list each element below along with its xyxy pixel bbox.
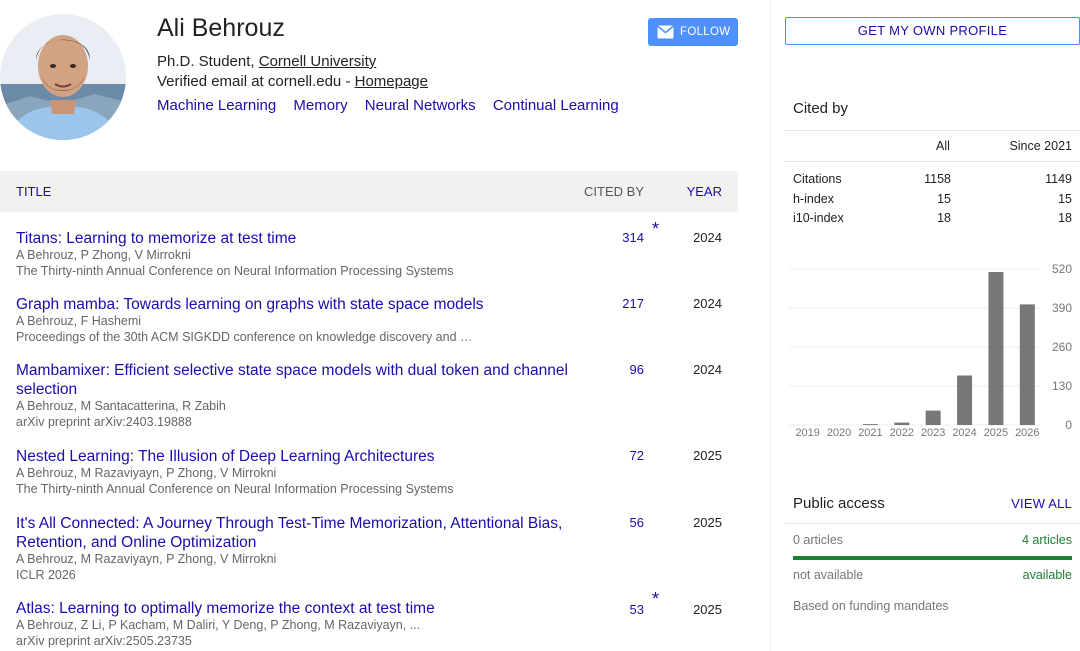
cited-by-count[interactable]: 53 xyxy=(630,602,644,617)
stats-header-all: All xyxy=(936,139,950,153)
article-year: 2025 xyxy=(693,448,722,463)
sort-by-cited[interactable]: CITED BY xyxy=(584,184,644,199)
x-tick-label: 2025 xyxy=(984,427,1008,439)
mail-icon xyxy=(657,25,674,39)
cited-by-count[interactable]: 72 xyxy=(630,448,644,463)
article-authors: A Behrouz, M Razaviyayn, P Zhong, V Mirr… xyxy=(16,552,277,566)
profile-role: Ph.D. Student, xyxy=(157,53,259,70)
bar-2024[interactable] xyxy=(957,375,973,426)
article-title-link[interactable]: Titans: Learning to memorize at test tim… xyxy=(16,229,586,248)
article-authors: A Behrouz, P Zhong, V Mirrokni xyxy=(16,248,191,262)
x-tick-label: 2020 xyxy=(827,427,851,439)
profile-name: Ali Behrouz xyxy=(157,14,285,42)
article-title-link[interactable]: Mambamixer: Efficient selective state sp… xyxy=(16,361,586,399)
homepage-link[interactable]: Homepage xyxy=(355,73,428,90)
bar-2025[interactable] xyxy=(988,272,1004,425)
public-access-divider xyxy=(785,523,1080,524)
star-icon: * xyxy=(651,589,659,609)
sort-by-title[interactable]: TITLE xyxy=(16,184,51,199)
article-authors: A Behrouz, F Hashemi xyxy=(16,314,142,328)
article-authors: A Behrouz, M Santacatterina, R Zabih xyxy=(16,399,226,413)
stat-since: 18 xyxy=(1058,211,1072,225)
cited-by-heading: Cited by xyxy=(793,100,849,117)
star-icon: * xyxy=(651,219,659,239)
y-tick-label: 390 xyxy=(1052,301,1072,315)
email-text: Verified email at cornell.edu - xyxy=(157,73,355,90)
interest-link-neural-networks[interactable]: Neural Networks xyxy=(365,97,476,114)
y-tick-label: 0 xyxy=(1065,418,1072,432)
stat-label[interactable]: h-index xyxy=(793,192,834,206)
stat-label[interactable]: Citations xyxy=(793,172,842,186)
cited-by-count[interactable]: 314 xyxy=(622,230,644,245)
profile-photo xyxy=(0,14,126,140)
x-tick-label: 2026 xyxy=(1015,427,1039,439)
y-tick-label: 130 xyxy=(1052,379,1072,393)
cited-by-count[interactable]: 56 xyxy=(630,515,644,530)
article-venue: Proceedings of the 30th ACM SIGKDD confe… xyxy=(16,330,473,344)
x-tick-label: 2019 xyxy=(795,427,819,439)
interest-link-memory[interactable]: Memory xyxy=(293,97,347,114)
available-count: 4 articles xyxy=(1021,533,1072,547)
article-year: 2024 xyxy=(693,362,722,377)
public-access-bar xyxy=(793,556,1072,560)
x-tick-label: 2022 xyxy=(890,427,914,439)
article-title-link[interactable]: It's All Connected: A Journey Through Te… xyxy=(16,514,586,552)
institution-link[interactable]: Cornell University xyxy=(259,53,377,70)
x-tick-label: 2021 xyxy=(858,427,882,439)
chart-svg: 0 130 260 390 520 2019 2020 2021 2022 2023 2024 202… xyxy=(789,262,1072,439)
article-venue: arXiv preprint arXiv:2505.23735 xyxy=(16,634,192,648)
view-all-link[interactable]: VIEW ALL xyxy=(1011,496,1072,511)
article-title-link[interactable]: Atlas: Learning to optimally memorize th… xyxy=(16,599,586,618)
article-year: 2025 xyxy=(693,515,722,530)
article-venue: ICLR 2026 xyxy=(16,568,76,582)
funding-mandates-note: Based on funding mandates xyxy=(793,599,949,613)
articles-table-header: TITLE CITED BY YEAR xyxy=(0,171,738,212)
not-available-label: not available xyxy=(793,568,864,582)
stat-since: 15 xyxy=(1058,192,1072,206)
bar-2026[interactable] xyxy=(1019,304,1035,425)
citation-stats-header: All Since 2021 xyxy=(785,130,1080,162)
bar-2022[interactable] xyxy=(894,422,910,425)
cited-by-count[interactable]: 217 xyxy=(622,296,644,311)
stat-all: 18 xyxy=(937,211,951,225)
available-label: available xyxy=(1022,568,1072,582)
article-venue: The Thirty-ninth Annual Conference on Ne… xyxy=(16,264,454,278)
article-title-link[interactable]: Nested Learning: The Illusion of Deep Le… xyxy=(16,447,586,466)
y-tick-label: 260 xyxy=(1052,340,1072,354)
profile-email: Verified email at cornell.edu - Homepage xyxy=(157,73,428,90)
article-year: 2024 xyxy=(693,296,722,311)
bar-2023[interactable] xyxy=(925,410,941,425)
stat-all: 15 xyxy=(937,192,951,206)
interest-link-machine-learning[interactable]: Machine Learning xyxy=(157,97,276,114)
article-venue: The Thirty-ninth Annual Conference on Ne… xyxy=(16,482,454,496)
y-tick-label: 520 xyxy=(1052,262,1072,276)
bar-2021[interactable] xyxy=(862,424,878,425)
article-authors: A Behrouz, Z Li, P Kacham, M Daliri, Y D… xyxy=(16,618,421,632)
stats-header-since: Since 2021 xyxy=(1009,139,1072,153)
public-access-heading: Public access xyxy=(793,495,885,512)
follow-button[interactable]: FOLLOW xyxy=(648,18,738,46)
stat-since: 1149 xyxy=(1045,172,1072,186)
article-year: 2024 xyxy=(693,230,722,245)
get-my-own-profile-button[interactable]: GET MY OWN PROFILE xyxy=(785,17,1080,45)
citations-per-year-chart: 0 130 260 390 520 2019 2020 2021 2022 2023 2024 202… xyxy=(785,255,1080,445)
stat-label[interactable]: i10-index xyxy=(793,211,844,225)
cited-by-count[interactable]: 96 xyxy=(630,362,644,377)
x-tick-label: 2024 xyxy=(952,427,976,439)
article-year: 2025 xyxy=(693,602,722,617)
follow-label: FOLLOW xyxy=(680,26,731,38)
research-interests: Machine Learning Memory Neural Networks … xyxy=(157,97,632,114)
column-divider xyxy=(770,0,771,651)
not-available-count: 0 articles xyxy=(793,533,844,547)
sort-by-year[interactable]: YEAR xyxy=(687,184,722,199)
stat-all: 1158 xyxy=(924,172,951,186)
x-tick-label: 2023 xyxy=(921,427,945,439)
interest-link-continual-learning[interactable]: Continual Learning xyxy=(493,97,619,114)
article-authors: A Behrouz, M Razaviyayn, P Zhong, V Mirr… xyxy=(16,466,277,480)
article-title-link[interactable]: Graph mamba: Towards learning on graphs … xyxy=(16,295,586,314)
profile-affiliation: Ph.D. Student, Cornell University xyxy=(157,53,376,70)
article-venue: arXiv preprint arXiv:2403.19888 xyxy=(16,415,192,429)
